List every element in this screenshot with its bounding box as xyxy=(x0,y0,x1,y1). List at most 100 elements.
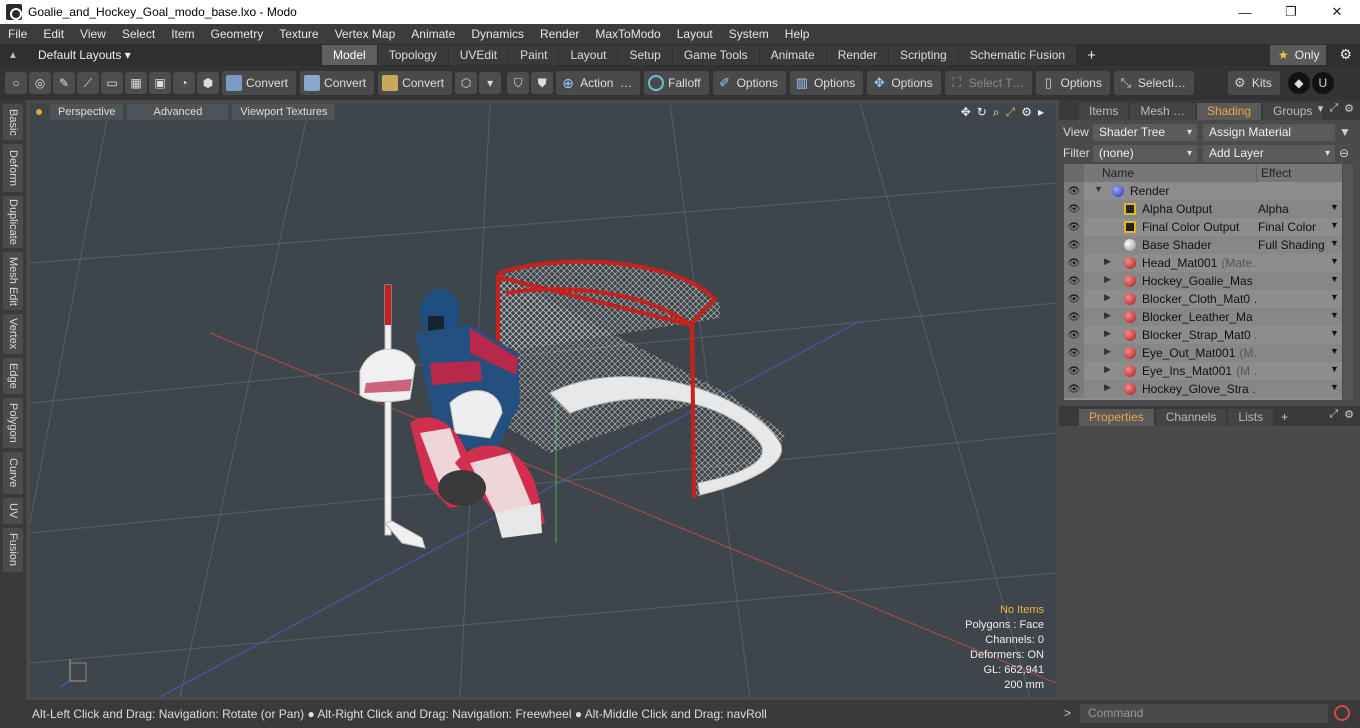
effect-dropdown-arrow-icon[interactable]: ▼ xyxy=(1330,382,1339,392)
panel-expand-icon[interactable]: ⤢ xyxy=(1329,408,1338,421)
shader-tree-row[interactable]: 👁 ▼ Render xyxy=(1064,182,1342,200)
convert-button-2[interactable]: Convert xyxy=(300,71,375,95)
tab-paint[interactable]: Paint xyxy=(509,45,559,65)
shader-tree-row[interactable]: 👁 ▶ Eye_Out_Mat001(M… ▼ xyxy=(1064,344,1342,362)
menu-file[interactable]: File xyxy=(0,24,35,44)
options-button-3[interactable]: ✥ Options xyxy=(867,71,941,95)
only-toggle[interactable]: ★ Only xyxy=(1270,45,1326,65)
menu-geometry[interactable]: Geometry xyxy=(203,24,272,44)
assign-material-button[interactable]: Assign Material xyxy=(1203,123,1335,141)
expand-arrow-icon[interactable]: ▶ xyxy=(1104,364,1111,375)
vtab-vertex[interactable]: Vertex xyxy=(3,314,23,354)
shader-tree-row[interactable]: 👁 ▶ Head_Mat001(Mate… ▼ xyxy=(1064,254,1342,272)
menu-help[interactable]: Help xyxy=(777,24,818,44)
tab-groups[interactable]: Groups xyxy=(1263,103,1323,120)
visibility-eye-icon[interactable]: 👁 xyxy=(1064,218,1084,236)
tab-properties[interactable]: Properties xyxy=(1079,409,1154,426)
vtab-uv[interactable]: UV xyxy=(3,498,23,524)
expand-arrow-icon[interactable]: ▶ xyxy=(1104,328,1111,339)
maximize-button[interactable]: ❐ xyxy=(1268,0,1314,24)
unity-icon[interactable]: ◆ xyxy=(1287,72,1310,94)
vtab-basic[interactable]: Basic xyxy=(3,104,23,140)
brush-icon[interactable]: ⟋ xyxy=(77,72,99,94)
3d-viewport[interactable]: Perspective Advanced Viewport Textures ✥… xyxy=(30,103,1056,697)
dropdown-arrow-icon[interactable]: ▾ xyxy=(479,72,502,94)
viewport-settings-icon[interactable]: ⚙ xyxy=(1021,105,1032,120)
perspective-view-button[interactable]: Perspective xyxy=(50,104,124,120)
shader-tree-row[interactable]: 👁 Base Shader Full Shading ▼ xyxy=(1064,236,1342,254)
tab-setup[interactable]: Setup xyxy=(618,45,672,65)
kits-button[interactable]: ⚙ Kits xyxy=(1227,71,1280,95)
collapse-arrow-icon[interactable]: ▼ xyxy=(1094,184,1103,194)
menu-render[interactable]: Render xyxy=(532,24,587,44)
vtab-deform[interactable]: Deform xyxy=(3,144,23,192)
effect-value[interactable]: Alpha xyxy=(1258,202,1289,216)
vtab-edge[interactable]: Edge xyxy=(3,358,23,394)
effect-dropdown-arrow-icon[interactable]: ▼ xyxy=(1330,274,1339,284)
rotate-icon[interactable]: ↻ xyxy=(977,105,987,120)
expand-arrow-icon[interactable]: ▸ xyxy=(1038,105,1044,120)
visibility-eye-icon[interactable]: 👁 xyxy=(1064,272,1084,290)
vtab-mesh-edit[interactable]: Mesh Edit xyxy=(3,252,23,310)
effect-dropdown-arrow-icon[interactable]: ▼ xyxy=(1330,256,1339,266)
command-input[interactable]: Command xyxy=(1080,704,1328,723)
falloff-button[interactable]: Falloff xyxy=(644,71,709,95)
menu-animate[interactable]: Animate xyxy=(403,24,463,44)
zoom-icon[interactable]: ⌕ xyxy=(993,105,1000,120)
menu-layout[interactable]: Layout xyxy=(669,24,721,44)
shader-tree-row[interactable]: 👁 ▶ Hockey_Glove_Stra … ▼ xyxy=(1064,380,1342,398)
vtab-fusion[interactable]: Fusion xyxy=(3,528,23,572)
shader-tree-row[interactable]: 👁 ▶ Eye_Ins_Mat001(M … ▼ xyxy=(1064,362,1342,380)
maximize-viewport-icon[interactable]: ⤢ xyxy=(1006,105,1016,120)
effect-dropdown-arrow-icon[interactable]: ▼ xyxy=(1330,346,1339,356)
effect-dropdown-arrow-icon[interactable]: ▼ xyxy=(1330,310,1339,320)
tab-layout[interactable]: Layout xyxy=(559,45,618,65)
selection-button[interactable]: ⤡ Selecti… xyxy=(1113,71,1194,95)
pan-icon[interactable]: ✥ xyxy=(961,105,971,120)
tab-uvedit[interactable]: UVEdit xyxy=(448,45,509,65)
tab-items[interactable]: Items xyxy=(1079,103,1129,120)
select-through-button[interactable]: ⛶ Select T… xyxy=(944,71,1033,95)
vertices-mode-icon[interactable]: ○ xyxy=(5,72,27,94)
menu-maxtomodo[interactable]: MaxToModo xyxy=(587,24,668,44)
panel-menu-arrow-icon[interactable]: ▾ xyxy=(1318,102,1324,115)
shader-tree-row[interactable]: 👁 ▶ Hockey_Goalie_Mas … ▼ xyxy=(1064,272,1342,290)
effect-value[interactable]: Full Shading xyxy=(1258,238,1325,252)
viewport-options-dot-icon[interactable] xyxy=(36,109,42,115)
vtab-polygon[interactable]: Polygon xyxy=(3,398,23,448)
tab-render[interactable]: Render xyxy=(826,45,889,65)
expand-arrow-icon[interactable]: ▶ xyxy=(1104,346,1111,357)
viewport-textures-button[interactable]: Viewport Textures xyxy=(232,104,336,120)
menu-item[interactable]: Item xyxy=(163,24,202,44)
close-button[interactable]: ✕ xyxy=(1314,0,1360,24)
minimize-button[interactable]: — xyxy=(1222,0,1268,24)
tab-model[interactable]: Model xyxy=(322,45,377,65)
menu-system[interactable]: System xyxy=(721,24,777,44)
view-dropdown[interactable]: Shader Tree xyxy=(1093,123,1197,141)
visibility-eye-icon[interactable]: 👁 xyxy=(1064,380,1084,398)
items-icon[interactable]: ▣ xyxy=(149,72,171,94)
effect-dropdown-arrow-icon[interactable]: ▼ xyxy=(1330,328,1339,338)
effect-dropdown-arrow-icon[interactable]: ▼ xyxy=(1330,364,1339,374)
visibility-eye-icon[interactable]: 👁 xyxy=(1064,254,1084,272)
options-button-4[interactable]: ▯ Options xyxy=(1036,71,1110,95)
expand-arrow-icon[interactable]: ▶ xyxy=(1104,382,1111,393)
mesh-icon[interactable]: ⬢ xyxy=(197,72,219,94)
expand-arrow-icon[interactable]: ▶ xyxy=(1104,292,1111,303)
unreal-icon[interactable]: U xyxy=(1311,72,1334,94)
pen-icon[interactable]: ✎ xyxy=(53,72,75,94)
effect-value[interactable]: Final Color xyxy=(1258,220,1316,234)
menu-dynamics[interactable]: Dynamics xyxy=(463,24,532,44)
record-macro-icon[interactable] xyxy=(1334,705,1350,721)
tab-lists[interactable]: Lists xyxy=(1228,409,1274,426)
tab-schematic-fusion[interactable]: Schematic Fusion xyxy=(958,45,1077,65)
menu-select[interactable]: Select xyxy=(114,24,163,44)
layout-collapse-arrow-icon[interactable]: ▲ xyxy=(0,50,26,61)
default-layouts-dropdown[interactable]: Default Layouts ▾ xyxy=(26,48,322,62)
shader-tree-row[interactable]: 👁 Alpha Output Alpha ▼ xyxy=(1064,200,1342,218)
menu-edit[interactable]: Edit xyxy=(35,24,72,44)
tab-mesh[interactable]: Mesh … xyxy=(1130,103,1196,120)
convert-button-1[interactable]: Convert xyxy=(222,71,297,95)
materials-icon[interactable]: ◔ xyxy=(173,72,195,94)
vtab-duplicate[interactable]: Duplicate xyxy=(3,196,23,248)
